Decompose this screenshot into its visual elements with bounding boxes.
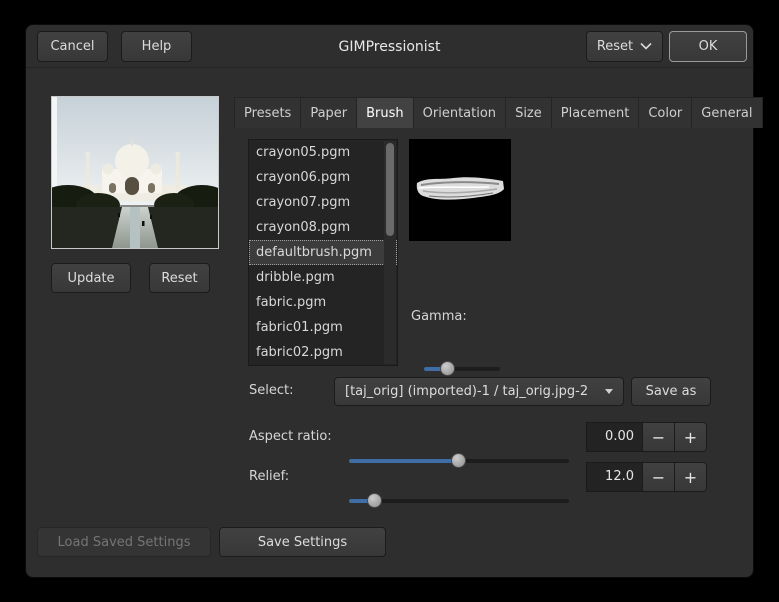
relief-decrement-button[interactable]: − bbox=[642, 462, 675, 492]
list-item[interactable]: crayon05.pgm bbox=[249, 140, 397, 165]
reset-dropdown-label: Reset bbox=[596, 39, 634, 54]
notebook-tabbar: Presets Paper Brush Orientation Size Pla… bbox=[234, 97, 763, 128]
relief-value[interactable]: 12.0 bbox=[586, 462, 643, 492]
save-as-button-label: Save as bbox=[645, 384, 697, 399]
chevron-down-icon bbox=[640, 39, 652, 54]
tab-brush[interactable]: Brush bbox=[357, 97, 414, 128]
tab-paper[interactable]: Paper bbox=[301, 97, 358, 128]
dropdown-arrow-icon bbox=[605, 389, 613, 394]
aspect-ratio-increment-button[interactable]: + bbox=[674, 422, 707, 452]
load-saved-settings-button[interactable]: Load Saved Settings bbox=[37, 527, 211, 557]
help-button[interactable]: Help bbox=[121, 31, 192, 62]
brush-stroke-image bbox=[409, 139, 511, 241]
aspect-ratio-slider-handle[interactable] bbox=[451, 453, 466, 468]
preview-reset-button[interactable]: Reset bbox=[149, 263, 210, 293]
save-settings-button[interactable]: Save Settings bbox=[219, 527, 386, 557]
preview-reset-button-label: Reset bbox=[161, 270, 198, 286]
list-item[interactable]: dribble.pgm bbox=[249, 265, 397, 290]
list-item-selected[interactable]: defaultbrush.pgm bbox=[249, 240, 397, 265]
aspect-ratio-slider-fill bbox=[349, 459, 459, 463]
tab-presets[interactable]: Presets bbox=[234, 97, 302, 128]
brush-file-list: crayon05.pgm crayon06.pgm crayon07.pgm c… bbox=[248, 139, 398, 366]
tab-general[interactable]: General bbox=[692, 97, 763, 128]
list-item[interactable]: fabric.pgm bbox=[249, 290, 397, 315]
cancel-button[interactable]: Cancel bbox=[37, 31, 108, 62]
tab-orientation[interactable]: Orientation bbox=[413, 97, 507, 128]
ok-button-label: OK bbox=[698, 39, 718, 54]
update-button[interactable]: Update bbox=[51, 263, 131, 293]
cancel-button-label: Cancel bbox=[50, 39, 95, 54]
relief-spinbox: 12.0 − + bbox=[586, 462, 707, 492]
aspect-ratio-label: Aspect ratio: bbox=[249, 429, 332, 444]
help-button-label: Help bbox=[141, 39, 172, 54]
brush-preview bbox=[409, 139, 511, 241]
brush-source-dropdown[interactable]: [taj_orig] (imported)-1 / taj_orig.jpg-2 bbox=[334, 377, 624, 406]
tab-color[interactable]: Color bbox=[639, 97, 693, 128]
list-item[interactable]: fabric01.pgm bbox=[249, 315, 397, 340]
gamma-slider[interactable] bbox=[424, 361, 500, 377]
save-settings-label: Save Settings bbox=[257, 534, 348, 550]
brush-source-dropdown-value: [taj_orig] (imported)-1 / taj_orig.jpg-2 bbox=[345, 384, 589, 399]
relief-slider-handle[interactable] bbox=[367, 493, 383, 508]
reset-dropdown-button[interactable]: Reset bbox=[586, 31, 663, 62]
gimpressionist-dialog: GIMPressionist Cancel Help Reset OK Upda… bbox=[25, 24, 763, 578]
list-item[interactable]: crayon06.pgm bbox=[249, 165, 397, 190]
gamma-slider-handle[interactable] bbox=[439, 361, 455, 376]
list-item[interactable]: fabric02.pgm bbox=[249, 340, 397, 365]
tab-placement[interactable]: Placement bbox=[551, 97, 640, 128]
update-button-label: Update bbox=[67, 270, 115, 286]
save-as-button[interactable]: Save as bbox=[631, 377, 711, 406]
list-scrollbar[interactable] bbox=[384, 141, 396, 364]
tab-size[interactable]: Size bbox=[506, 97, 552, 128]
taj-mahal-preview-image bbox=[52, 97, 218, 248]
load-saved-settings-label: Load Saved Settings bbox=[57, 534, 191, 550]
aspect-ratio-spinbox: 0.00 − + bbox=[586, 422, 707, 452]
gamma-label: Gamma: bbox=[411, 309, 467, 324]
aspect-ratio-decrement-button[interactable]: − bbox=[642, 422, 675, 452]
list-scrollbar-thumb[interactable] bbox=[386, 143, 394, 236]
aspect-ratio-slider[interactable] bbox=[349, 453, 569, 469]
select-label: Select: bbox=[249, 383, 294, 398]
relief-label: Relief: bbox=[249, 469, 290, 484]
relief-increment-button[interactable]: + bbox=[674, 462, 707, 492]
relief-slider[interactable] bbox=[349, 493, 569, 509]
image-preview bbox=[51, 96, 219, 249]
list-item[interactable]: crayon07.pgm bbox=[249, 190, 397, 215]
aspect-ratio-value[interactable]: 0.00 bbox=[586, 422, 643, 452]
list-item[interactable]: crayon08.pgm bbox=[249, 215, 397, 240]
ok-button[interactable]: OK bbox=[669, 31, 747, 62]
